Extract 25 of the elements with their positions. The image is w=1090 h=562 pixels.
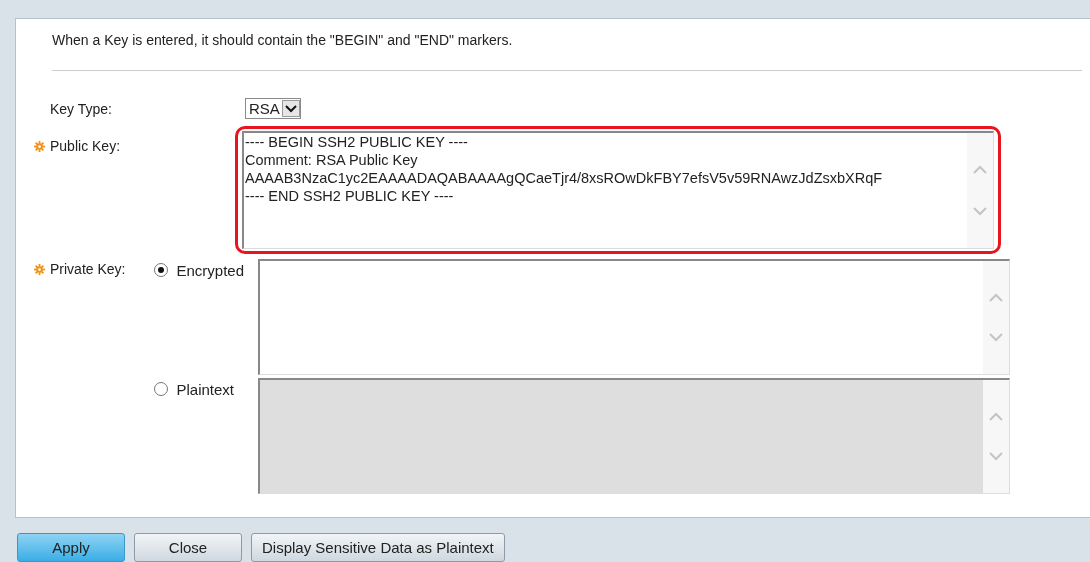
- caret-icon: [281, 100, 300, 117]
- public-key-field[interactable]: ---- BEGIN SSH2 PUBLIC KEY ---- Comment: RSA Public Key AAAAB3NzaC1yc2EAAAADAQABAAAAgQCaeTjr4/8xsROwDkFBY7efsV5v59RNAwzJdZsxbXRqF ---- END SSH2 PUBLIC KEY ----: [242, 131, 994, 249]
- scrollbar[interactable]: [967, 133, 993, 248]
- action-button[interactable]: Display Sensitive Data as Plaintext: [251, 533, 505, 562]
- scroll-up-icon[interactable]: [989, 411, 1004, 421]
- radio-button[interactable]: [154, 263, 169, 277]
- scroll-down-icon[interactable]: [989, 333, 1004, 343]
- radio-button[interactable]: [154, 382, 169, 396]
- scroll-down-icon[interactable]: [973, 206, 987, 216]
- instruction-text: When a Key is entered, it should contain the "BEGIN" and "END" markers.: [52, 32, 514, 50]
- action-button[interactable]: Close: [134, 533, 242, 562]
- scroll-up-icon[interactable]: [973, 165, 987, 175]
- field-label: Key Type:: [50, 100, 112, 117]
- apply-button[interactable]: Apply: [17, 533, 125, 562]
- scrollbar[interactable]: [983, 261, 1010, 374]
- key-type-dropdown[interactable]: RSA: [245, 98, 301, 119]
- scrollbar[interactable]: [983, 380, 1010, 493]
- private-key-field[interactable]: [258, 378, 1011, 494]
- scroll-up-icon[interactable]: [989, 292, 1004, 302]
- scroll-down-icon[interactable]: [989, 452, 1004, 462]
- field-label: Public Key:: [50, 138, 121, 154]
- field-label: Private Key:: [50, 261, 126, 277]
- private-key-field[interactable]: [258, 259, 1011, 375]
- radio-label[interactable]: Plaintext: [176, 380, 235, 398]
- radio-label[interactable]: Encrypted: [176, 261, 245, 279]
